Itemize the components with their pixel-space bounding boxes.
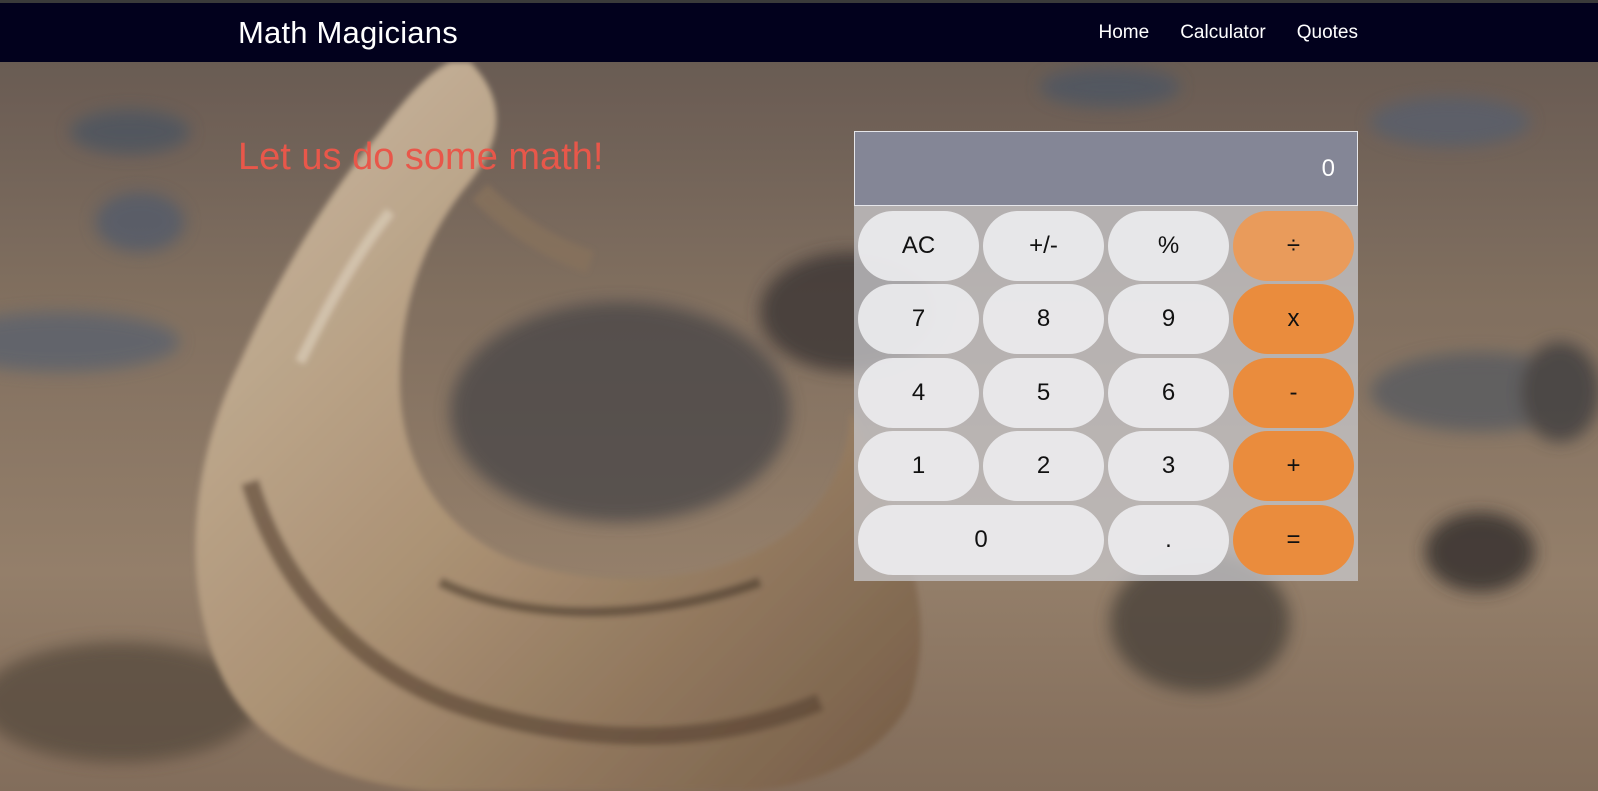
digit-0-button[interactable]: 0 [858,505,1104,575]
digit-8-button[interactable]: 8 [983,284,1104,354]
toggle-sign-button[interactable]: +/- [983,211,1104,281]
nav-link-calculator[interactable]: Calculator [1180,21,1266,45]
digit-7-button[interactable]: 7 [858,284,979,354]
equals-button[interactable]: = [1233,505,1354,575]
display-value: 0 [1321,155,1335,182]
digit-6-button[interactable]: 6 [1108,358,1229,428]
nav-links: Home Calculator Quotes [1099,21,1359,45]
digit-9-button[interactable]: 9 [1108,284,1229,354]
navbar: Math Magicians Home Calculator Quotes [0,3,1598,62]
digit-5-button[interactable]: 5 [983,358,1104,428]
multiply-button[interactable]: x [1233,284,1354,354]
digit-1-button[interactable]: 1 [858,431,979,501]
add-button[interactable]: + [1233,431,1354,501]
decimal-button[interactable]: . [1108,505,1229,575]
digit-2-button[interactable]: 2 [983,431,1104,501]
nav-link-quotes[interactable]: Quotes [1297,21,1358,45]
percent-button[interactable]: % [1108,211,1229,281]
subtract-button[interactable]: - [1233,358,1354,428]
calculator: 0 AC +/- % ÷ 7 8 9 x 4 5 6 - 1 2 3 + 0 .… [854,131,1358,581]
nav-link-home[interactable]: Home [1099,21,1150,45]
digit-4-button[interactable]: 4 [858,358,979,428]
divide-button[interactable]: ÷ [1233,211,1354,281]
digit-3-button[interactable]: 3 [1108,431,1229,501]
brand-title: Math Magicians [238,15,458,50]
calculator-display: 0 [854,131,1358,206]
page-headline: Let us do some math! [238,136,604,178]
clear-button[interactable]: AC [858,211,979,281]
